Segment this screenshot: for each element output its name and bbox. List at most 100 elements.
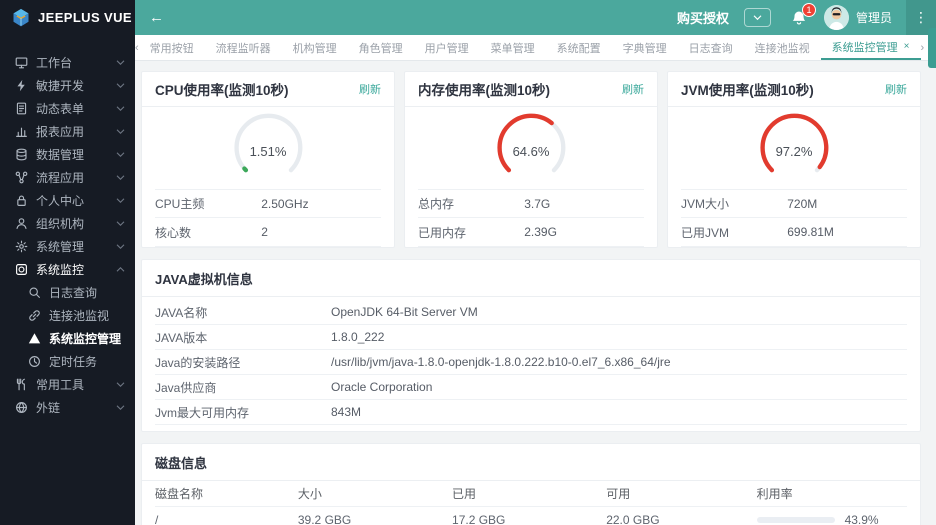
jvm-info-table: JAVA名称 OpenJDK 64-Bit Server VM JAVA版本 1… [142,297,920,431]
disk-info-section: 磁盘信息 磁盘名称 大小 已用 可用 利用率 / 39.2 GBG 17.2 G… [141,443,921,525]
stat-value: 720M [787,196,818,211]
notification-badge: 1 [801,2,816,17]
tabs-scroll-right-button[interactable]: › [921,35,925,60]
cpu-gauge: 1.51% [142,108,394,188]
stat-row: 已用内存 2.39G [418,218,644,247]
column-header: 利用率 [756,487,793,501]
monitor-grid-icon [15,263,28,276]
stat-row: 核心数 2 [155,218,381,247]
header-dropdown-button[interactable] [743,8,771,27]
usage-progress-bar [756,516,835,523]
tab-common-buttons[interactable]: 常用按钮 [139,35,205,60]
table-row: / 39.2 GBG 17.2 GBG 22.0 GBG 43.9% [155,507,907,525]
tab-org-management[interactable]: 机构管理 [282,35,348,60]
sidebar-item-report-app[interactable]: 报表应用 [0,120,135,143]
avatar[interactable] [823,5,849,30]
card-stats: CPU主频 2.50GHz 核心数 2 [155,189,381,247]
stat-row: 总内存 3.7G [418,189,644,218]
card-title: 内存使用率(监测10秒) [418,83,551,98]
sidebar-item-common-tools[interactable]: 常用工具 [0,373,135,396]
sidebar-item-label: 系统管理 [36,240,85,254]
section-title: 磁盘信息 [155,455,208,471]
warning-triangle-icon [28,332,41,345]
column-header: 已用 [452,487,477,501]
sidebar-item-scheduled-task[interactable]: 定时任务 [0,350,135,373]
sidebar-item-label: 数据管理 [36,148,85,162]
tab-label: 系统监控管理 [831,41,898,54]
tab-dict-management[interactable]: 字典管理 [612,35,678,60]
app-logo: JEEPLUS VUE [0,0,135,35]
sidebar-item-organization[interactable]: 组织机构 [0,212,135,235]
column-header: 大小 [297,487,322,501]
row-value: Oracle Corporation [331,380,433,394]
tab-menu-management[interactable]: 菜单管理 [480,35,546,60]
tab-connection-pool[interactable]: 连接池监视 [744,35,821,60]
monitor-icon [15,56,28,69]
sidebar-item-connection-pool[interactable]: 连接池监视 [0,304,135,327]
stat-row: JVM大小 720M [681,189,907,218]
refresh-button[interactable]: 刷新 [885,81,907,97]
tab-user-management[interactable]: 用户管理 [414,35,480,60]
chevron-down-icon [116,106,125,112]
chevron-down-icon [116,83,125,89]
sidebar-item-agile-dev[interactable]: 敏捷开发 [0,74,135,97]
disk-table: 磁盘名称 大小 已用 可用 利用率 / 39.2 GBG 17.2 GBG 22… [142,481,920,525]
gauge-value: 97.2% [775,144,813,159]
disk-free: 22.0 GBG [606,512,660,525]
jvm-info-section: JAVA虚拟机信息 JAVA名称 OpenJDK 64-Bit Server V… [141,259,921,432]
agile-dev-icon [15,79,28,92]
sidebar-submenu: 日志查询 连接池监视 系统监控管理 定时任务 [0,281,135,373]
table-row: Java的安装路径 /usr/lib/jvm/java-1.8.0-openjd… [155,350,907,375]
sidebar-item-external-link[interactable]: 外链 [0,396,135,419]
collapse-sidebar-button[interactable]: ← [135,9,178,26]
sidebar-item-system-monitor[interactable]: 系统监控 [0,258,135,281]
refresh-button[interactable]: 刷新 [359,81,381,97]
row-label: JAVA名称 [155,305,208,320]
section-header: JAVA虚拟机信息 [142,260,920,297]
tab-log-search[interactable]: 日志查询 [678,35,744,60]
lock-icon [15,194,28,207]
sidebar-item-workbench[interactable]: 工作台 [0,51,135,74]
sidebar-item-system-management[interactable]: 系统管理 [0,235,135,258]
stat-label: 核心数 [155,225,192,240]
sidebar-item-dynamic-form[interactable]: 动态表单 [0,97,135,120]
refresh-button[interactable]: 刷新 [622,81,644,97]
row-value: 1.8.0_222 [331,330,385,344]
sidebar-item-log-search[interactable]: 日志查询 [0,281,135,304]
sidebar-item-label: 流程应用 [36,171,85,185]
disk-used: 17.2 GBG [452,512,506,525]
usage-percent-label: 43.9% [844,512,879,525]
page-content: CPU使用率(监测10秒) 刷新 1.51% CPU主频 2.50GHz 核心数… [135,61,936,525]
document-icon [15,102,28,115]
stat-row: 已用JVM 699.81M [681,218,907,247]
memory-usage-card: 内存使用率(监测10秒) 刷新 64.6% 总内存 3.7G 已用内存 2.39… [404,71,658,248]
user-name[interactable]: 管理员 [856,9,892,26]
sidebar-item-user-center[interactable]: 个人中心 [0,189,135,212]
chevron-down-icon [116,405,125,411]
tab-system-config[interactable]: 系统配置 [546,35,612,60]
tab-system-monitor-management[interactable]: 系统监控管理 × [820,35,921,60]
stat-label: CPU主频 [155,197,205,211]
tab-role-management[interactable]: 角色管理 [348,35,414,60]
section-header: 磁盘信息 [142,444,920,481]
person-icon [15,217,28,230]
sidebar-item-label: 定时任务 [49,355,98,369]
sidebar-item-label: 系统监控管理 [49,332,122,346]
logo-icon [13,8,29,26]
sidebar-item-data-management[interactable]: 数据管理 [0,143,135,166]
sidebar-item-label: 动态表单 [36,102,85,116]
sidebar-item-workflow-app[interactable]: 流程应用 [0,166,135,189]
buy-license-link[interactable]: 购买授权 [677,8,729,27]
gauge-progress [760,113,828,173]
sidebar-item-system-monitor-management[interactable]: 系统监控管理 [0,327,135,350]
sidebar-item-label: 系统监控 [36,263,85,277]
notifications-button[interactable]: 1 [791,2,816,26]
log-search-icon [28,286,41,299]
stat-value: 2 [261,225,268,239]
tools-icon [15,378,28,391]
tab-process-listener[interactable]: 流程监听器 [205,35,282,60]
stat-label: 已用内存 [418,225,467,240]
card-title: CPU使用率(监测10秒) [155,83,289,98]
close-icon[interactable]: × [904,41,910,52]
main-area: ← 购买授权 1 管理员 ⋮ ‹ 常用按钮 流程监听器 机构管理 角色管理 用户… [135,0,936,525]
